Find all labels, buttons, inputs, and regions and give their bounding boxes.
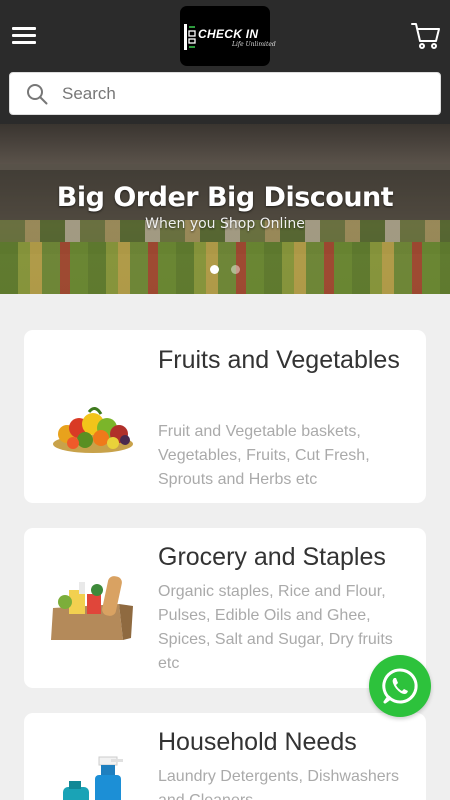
- logo-text: CHECK IN: [198, 27, 259, 41]
- search-bar: [9, 72, 441, 115]
- category-description: Laundry Detergents, Dishwashers and Clea…: [158, 768, 400, 800]
- whatsapp-icon[interactable]: [369, 655, 431, 717]
- category-description: Fruit and Vegetable baskets, Vegetables,…: [158, 423, 370, 488]
- banner-produce-front: [0, 242, 450, 294]
- logo-mark-icon: [184, 24, 196, 50]
- category-card-fruits-vegetables[interactable]: Fruits and Vegetables Fruit and Vegetabl…: [24, 330, 426, 503]
- shopping-cart-icon[interactable]: [411, 22, 441, 50]
- fruit-basket-image: [53, 407, 133, 453]
- banner-ceiling: [0, 124, 450, 164]
- banner-subline: When you Shop Online: [145, 216, 305, 232]
- logo-tagline: Life Unlimited: [232, 41, 276, 48]
- cleaning-bottles-image: [63, 756, 123, 800]
- store-logo[interactable]: CHECK IN Life Unlimited: [180, 6, 276, 66]
- carousel-dot-2[interactable]: [231, 265, 240, 274]
- category-title: Household Needs: [158, 728, 357, 756]
- category-title: Fruits and Vegetables: [158, 346, 400, 374]
- promo-banner[interactable]: Big Order Big Discount When you Shop Onl…: [0, 124, 450, 294]
- category-description: Organic staples, Rice and Flour, Pulses,…: [158, 583, 393, 672]
- search-input[interactable]: [62, 81, 422, 107]
- grocery-bag-image: [51, 576, 133, 640]
- hamburger-menu-icon[interactable]: [12, 27, 36, 45]
- carousel-dot-1[interactable]: [210, 265, 219, 274]
- category-title: Grocery and Staples: [158, 543, 386, 571]
- app-header: CHECK IN Life Unlimited: [0, 0, 450, 124]
- category-card-grocery-staples[interactable]: Grocery and Staples Organic staples, Ric…: [24, 528, 426, 688]
- category-card-household-needs[interactable]: Household Needs Laundry Detergents, Dish…: [24, 713, 426, 800]
- banner-headline: Big Order Big Discount: [56, 182, 394, 213]
- search-icon[interactable]: [26, 83, 48, 105]
